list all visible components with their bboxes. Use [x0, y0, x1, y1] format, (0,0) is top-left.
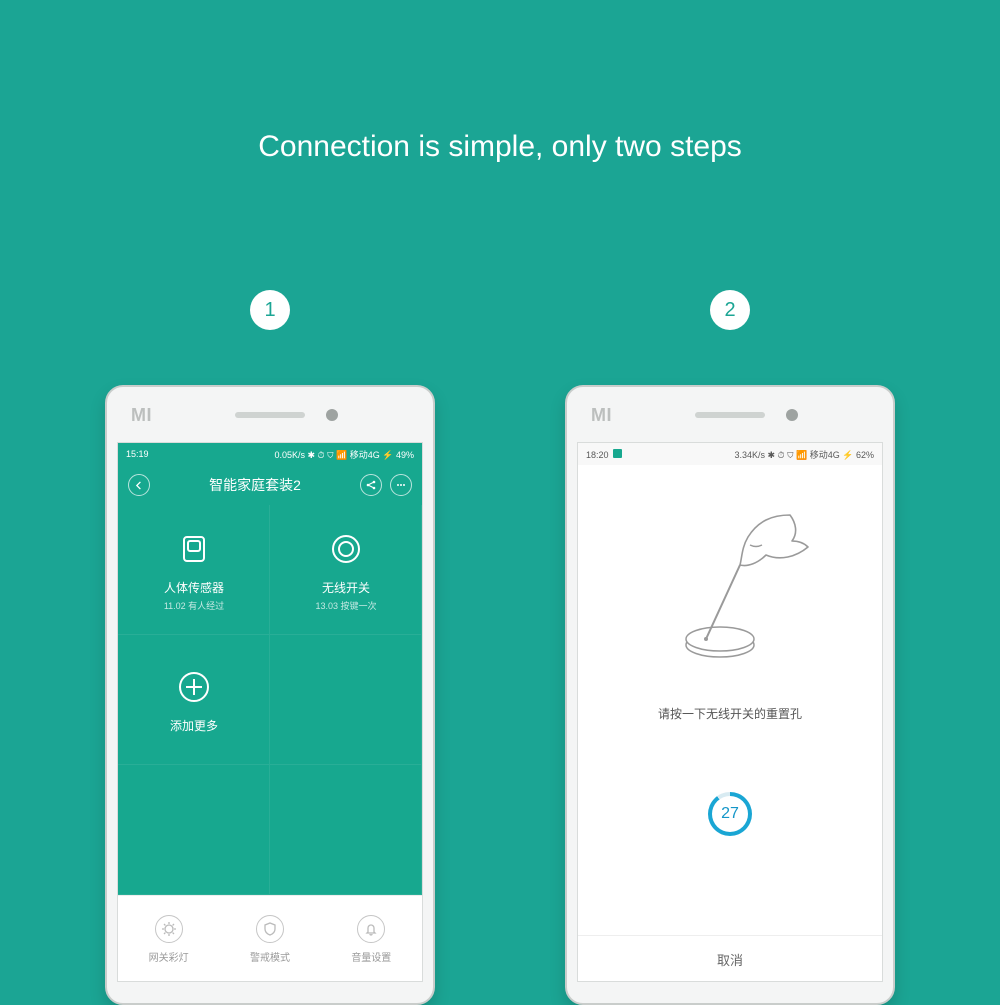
status-time: 18:20: [586, 449, 622, 460]
more-button[interactable]: [390, 474, 412, 496]
header-title: 智能家庭套装2: [209, 475, 301, 495]
bottom-label: 警戒模式: [250, 949, 290, 964]
page-headline: Connection is simple, only two steps: [0, 130, 1000, 164]
app-header: 智能家庭套装2: [118, 465, 422, 505]
status-bar: 15:19 0.05K/s ✱ ⏱ ⛉ 📶 移动4G ⚡ 49%: [118, 443, 422, 465]
status-bar: 18:20 3.34K/s ✱ ⏱ ⛉ 📶 移动4G ⚡ 62%: [578, 443, 882, 465]
front-camera: [326, 409, 338, 421]
tile-title: 添加更多: [170, 717, 218, 734]
light-icon: [155, 915, 183, 943]
tile-title: 无线开关: [322, 579, 370, 596]
bottom-label: 音量设置: [351, 949, 391, 964]
tile-empty: [118, 765, 270, 895]
recording-icon: [613, 449, 622, 458]
countdown-timer: 27: [708, 792, 752, 836]
back-button[interactable]: [128, 474, 150, 496]
tile-empty: [270, 765, 422, 895]
front-camera: [786, 409, 798, 421]
speaker-slot: [695, 412, 765, 418]
sensor-icon: [174, 529, 214, 569]
tile-motion-sensor[interactable]: 人体传感器 11.02 有人经过: [118, 505, 270, 635]
phone-top: MI: [567, 387, 893, 442]
speaker-slot: [235, 412, 305, 418]
plus-icon: [174, 667, 214, 707]
status-time: 15:19: [126, 449, 149, 459]
tile-subtitle: 13.03 按键一次: [315, 599, 376, 612]
bottom-bar: 网关彩灯 警戒模式 音量设置: [118, 895, 422, 982]
tile-subtitle: 11.02 有人经过: [164, 599, 224, 612]
steps-row: 1 MI 15:19 0.05K/s ✱ ⏱ ⛉ 📶 移动4G ⚡ 49% 智能…: [0, 290, 1000, 1005]
screen-1: 15:19 0.05K/s ✱ ⏱ ⛉ 📶 移动4G ⚡ 49% 智能家庭套装2: [117, 442, 423, 982]
screen-2: 18:20 3.34K/s ✱ ⏱ ⛉ 📶 移动4G ⚡ 62%: [577, 442, 883, 982]
bottom-gateway-light[interactable]: 网关彩灯: [118, 896, 219, 982]
cancel-button[interactable]: 取消: [578, 935, 882, 982]
phone-top: MI: [107, 387, 433, 442]
tile-wireless-switch[interactable]: 无线开关 13.03 按键一次: [270, 505, 422, 635]
tile-add-more[interactable]: 添加更多: [118, 635, 270, 765]
pairing-instruction: 请按一下无线开关的重置孔: [658, 705, 802, 722]
device-grid: 人体传感器 11.02 有人经过 无线开关 13.03 按键一次 添加更多: [118, 505, 422, 895]
pairing-body: 请按一下无线开关的重置孔 27: [578, 465, 882, 935]
phone-1: MI 15:19 0.05K/s ✱ ⏱ ⛉ 📶 移动4G ⚡ 49% 智能家庭…: [105, 385, 435, 1005]
brand-logo: MI: [591, 405, 612, 426]
step-2: 2 MI 18:20 3.34K/s ✱ ⏱ ⛉ 📶 移动4G ⚡ 62%: [565, 290, 895, 1005]
bell-icon: [357, 915, 385, 943]
shield-icon: [256, 915, 284, 943]
bottom-label: 网关彩灯: [149, 949, 189, 964]
tile-title: 人体传感器: [164, 579, 224, 596]
status-right: 0.05K/s ✱ ⏱ ⛉ 📶 移动4G ⚡ 49%: [275, 448, 415, 461]
brand-logo: MI: [131, 405, 152, 426]
status-right: 3.34K/s ✱ ⏱ ⛉ 📶 移动4G ⚡ 62%: [735, 448, 875, 461]
tile-empty: [270, 635, 422, 765]
reset-illustration: [640, 505, 820, 675]
phone-2: MI 18:20 3.34K/s ✱ ⏱ ⛉ 📶 移动4G ⚡ 62%: [565, 385, 895, 1005]
share-button[interactable]: [360, 474, 382, 496]
switch-icon: [326, 529, 366, 569]
bottom-guard-mode[interactable]: 警戒模式: [219, 896, 320, 982]
bottom-volume[interactable]: 音量设置: [321, 896, 422, 982]
step-badge-2: 2: [710, 290, 750, 330]
step-badge-1: 1: [250, 290, 290, 330]
step-1: 1 MI 15:19 0.05K/s ✱ ⏱ ⛉ 📶 移动4G ⚡ 49% 智能…: [105, 290, 435, 1005]
